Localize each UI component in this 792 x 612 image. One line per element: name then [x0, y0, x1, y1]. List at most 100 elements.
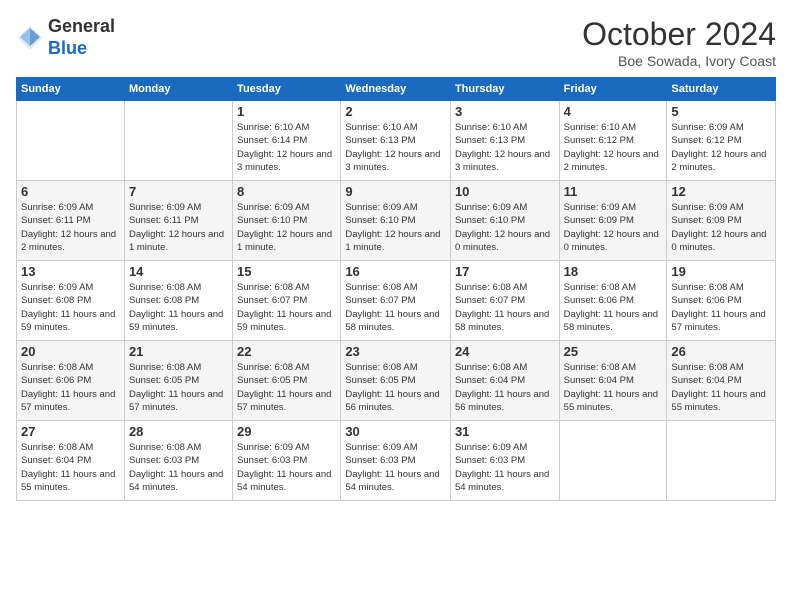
day-info: Sunrise: 6:09 AMSunset: 6:12 PMDaylight:…: [671, 121, 771, 174]
calendar-cell: 9Sunrise: 6:09 AMSunset: 6:10 PMDaylight…: [341, 181, 451, 261]
calendar-cell: 10 Sunrise: 6:09 AMSunset: 6:10 PMDayligh…: [450, 181, 559, 261]
calendar-cell: 4Sunrise: 6:10 AMSunset: 6:12 PMDaylight…: [559, 101, 667, 181]
day-info: Sunrise: 6:10 AMSunset: 6:14 PMDaylight:…: [237, 121, 336, 174]
calendar-cell: 17 Sunrise: 6:08 AMSunset: 6:07 PMDayligh…: [450, 261, 559, 341]
day-number: 2: [345, 104, 446, 119]
calendar-cell: 22 Sunrise: 6:08 AMSunset: 6:05 PMDayligh…: [233, 341, 341, 421]
day-number: 15: [237, 264, 336, 279]
day-info: Sunrise: 6:09 AMSunset: 6:03 PMDaylight:…: [345, 441, 446, 494]
calendar-cell: 7 Sunrise: 6:09 AMSunset: 6:11 PMDaylight…: [124, 181, 232, 261]
day-number: 30: [345, 424, 446, 439]
day-info: Sunrise: 6:09 AMSunset: 6:03 PMDaylight:…: [237, 441, 336, 494]
day-info: Sunrise: 6:09 AMSunset: 6:08 PMDaylight:…: [21, 281, 120, 334]
day-info: Sunrise: 6:09 AMSunset: 6:10 PMDaylight:…: [455, 201, 555, 254]
day-info: Sunrise: 6:08 AMSunset: 6:08 PMDaylight:…: [129, 281, 228, 334]
location: Boe Sowada, Ivory Coast: [582, 53, 776, 69]
calendar-cell: 11 Sunrise: 6:09 AMSunset: 6:09 PMDayligh…: [559, 181, 667, 261]
day-number: 31: [455, 424, 555, 439]
day-info: Sunrise: 6:08 AMSunset: 6:06 PMDaylight:…: [564, 281, 663, 334]
day-info: Sunrise: 6:09 AMSunset: 6:10 PMDaylight:…: [237, 201, 336, 254]
day-info: Sunrise: 6:08 AMSunset: 6:04 PMDaylight:…: [671, 361, 771, 414]
day-info: Sunrise: 6:09 AMSunset: 6:11 PMDaylight:…: [129, 201, 228, 254]
calendar-cell: [17, 101, 125, 181]
calendar-cell: [559, 421, 667, 501]
calendar-cell: 29 Sunrise: 6:09 AMSunset: 6:03 PMDayligh…: [233, 421, 341, 501]
day-info: Sunrise: 6:09 AMSunset: 6:10 PMDaylight:…: [345, 201, 446, 254]
column-header-tuesday: Tuesday: [233, 78, 341, 101]
calendar-cell: 25 Sunrise: 6:08 AMSunset: 6:04 PMDayligh…: [559, 341, 667, 421]
day-number: 14: [129, 264, 228, 279]
column-header-sunday: Sunday: [17, 78, 125, 101]
calendar-cell: 8 Sunrise: 6:09 AMSunset: 6:10 PMDaylight…: [233, 181, 341, 261]
calendar-cell: 1 Sunrise: 6:10 AMSunset: 6:14 PMDaylight…: [233, 101, 341, 181]
logo: General Blue: [16, 16, 115, 59]
day-info: Sunrise: 6:08 AMSunset: 6:04 PMDaylight:…: [455, 361, 555, 414]
title-area: October 2024 Boe Sowada, Ivory Coast: [582, 16, 776, 69]
calendar-cell: [124, 101, 232, 181]
calendar-cell: 24 Sunrise: 6:08 AMSunset: 6:04 PMDayligh…: [450, 341, 559, 421]
logo-text: General Blue: [48, 16, 115, 59]
day-info: Sunrise: 6:09 AMSunset: 6:11 PMDaylight:…: [21, 201, 120, 254]
month-title: October 2024: [582, 16, 776, 53]
day-number: 1: [237, 104, 336, 119]
calendar-week-4: 20Sunrise: 6:08 AMSunset: 6:06 PMDayligh…: [17, 341, 776, 421]
header-row: SundayMondayTuesdayWednesdayThursdayFrid…: [17, 78, 776, 101]
column-header-thursday: Thursday: [450, 78, 559, 101]
calendar-cell: [667, 421, 776, 501]
day-info: Sunrise: 6:08 AMSunset: 6:05 PMDaylight:…: [237, 361, 336, 414]
day-info: Sunrise: 6:08 AMSunset: 6:04 PMDaylight:…: [21, 441, 120, 494]
logo-icon: [16, 24, 44, 52]
day-number: 20: [21, 344, 120, 359]
calendar-body: 1 Sunrise: 6:10 AMSunset: 6:14 PMDaylight…: [17, 101, 776, 501]
day-info: Sunrise: 6:09 AMSunset: 6:09 PMDaylight:…: [671, 201, 771, 254]
day-info: Sunrise: 6:08 AMSunset: 6:04 PMDaylight:…: [564, 361, 663, 414]
calendar-cell: 30 Sunrise: 6:09 AMSunset: 6:03 PMDayligh…: [341, 421, 451, 501]
day-info: Sunrise: 6:10 AMSunset: 6:13 PMDaylight:…: [345, 121, 446, 174]
column-header-saturday: Saturday: [667, 78, 776, 101]
day-number: 21: [129, 344, 228, 359]
day-number: 26: [671, 344, 771, 359]
calendar-cell: 15 Sunrise: 6:08 AMSunset: 6:07 PMDayligh…: [233, 261, 341, 341]
day-number: 25: [564, 344, 663, 359]
calendar-header: SundayMondayTuesdayWednesdayThursdayFrid…: [17, 78, 776, 101]
calendar-week-1: 1 Sunrise: 6:10 AMSunset: 6:14 PMDaylight…: [17, 101, 776, 181]
calendar-cell: 26 Sunrise: 6:08 AMSunset: 6:04 PMDayligh…: [667, 341, 776, 421]
day-number: 4: [564, 104, 663, 119]
day-number: 23: [345, 344, 446, 359]
day-number: 17: [455, 264, 555, 279]
day-number: 24: [455, 344, 555, 359]
day-info: Sunrise: 6:08 AMSunset: 6:03 PMDaylight:…: [129, 441, 228, 494]
day-number: 7: [129, 184, 228, 199]
calendar-cell: 27 Sunrise: 6:08 AMSunset: 6:04 PMDayligh…: [17, 421, 125, 501]
day-number: 16: [345, 264, 446, 279]
calendar-cell: 28Sunrise: 6:08 AMSunset: 6:03 PMDayligh…: [124, 421, 232, 501]
day-number: 3: [455, 104, 555, 119]
day-info: Sunrise: 6:08 AMSunset: 6:05 PMDaylight:…: [345, 361, 446, 414]
day-number: 10: [455, 184, 555, 199]
day-number: 5: [671, 104, 771, 119]
column-header-wednesday: Wednesday: [341, 78, 451, 101]
column-header-friday: Friday: [559, 78, 667, 101]
page-header: General Blue October 2024 Boe Sowada, Iv…: [16, 16, 776, 69]
day-info: Sunrise: 6:09 AMSunset: 6:09 PMDaylight:…: [564, 201, 663, 254]
day-number: 22: [237, 344, 336, 359]
calendar-cell: 31Sunrise: 6:09 AMSunset: 6:03 PMDayligh…: [450, 421, 559, 501]
day-number: 6: [21, 184, 120, 199]
calendar-cell: 16Sunrise: 6:08 AMSunset: 6:07 PMDayligh…: [341, 261, 451, 341]
calendar-cell: 3 Sunrise: 6:10 AMSunset: 6:13 PMDaylight…: [450, 101, 559, 181]
day-info: Sunrise: 6:08 AMSunset: 6:05 PMDaylight:…: [129, 361, 228, 414]
day-number: 11: [564, 184, 663, 199]
calendar-cell: 20Sunrise: 6:08 AMSunset: 6:06 PMDayligh…: [17, 341, 125, 421]
day-info: Sunrise: 6:08 AMSunset: 6:07 PMDaylight:…: [455, 281, 555, 334]
day-number: 13: [21, 264, 120, 279]
calendar-cell: 18Sunrise: 6:08 AMSunset: 6:06 PMDayligh…: [559, 261, 667, 341]
day-number: 27: [21, 424, 120, 439]
day-number: 8: [237, 184, 336, 199]
calendar-week-3: 13 Sunrise: 6:09 AMSunset: 6:08 PMDayligh…: [17, 261, 776, 341]
calendar-cell: 13 Sunrise: 6:09 AMSunset: 6:08 PMDayligh…: [17, 261, 125, 341]
day-info: Sunrise: 6:10 AMSunset: 6:13 PMDaylight:…: [455, 121, 555, 174]
day-info: Sunrise: 6:08 AMSunset: 6:07 PMDaylight:…: [237, 281, 336, 334]
calendar-cell: 23 Sunrise: 6:08 AMSunset: 6:05 PMDayligh…: [341, 341, 451, 421]
day-number: 29: [237, 424, 336, 439]
calendar-cell: 21 Sunrise: 6:08 AMSunset: 6:05 PMDayligh…: [124, 341, 232, 421]
